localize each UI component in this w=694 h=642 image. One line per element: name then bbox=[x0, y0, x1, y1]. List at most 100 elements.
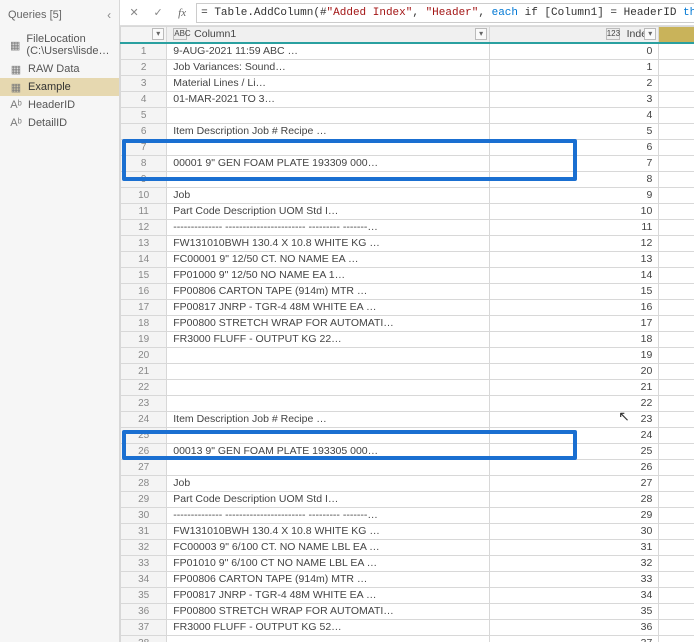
table-row[interactable]: 4 01-MAR-2021 TO 3…3null bbox=[121, 92, 694, 108]
table-row[interactable]: 13 FW131010BWH 130.4 X 10.8 WHITE KG …12… bbox=[121, 236, 694, 252]
cell-index[interactable]: 8 bbox=[490, 172, 659, 188]
cell-header[interactable]: 23 bbox=[659, 412, 694, 428]
table-row[interactable]: 27 26null bbox=[121, 460, 694, 476]
row-number[interactable]: 21 bbox=[121, 364, 167, 380]
table-row[interactable]: 35 FP00817 JNRP - TGR-4 48M WHITE EA …34… bbox=[121, 588, 694, 604]
cell-index[interactable]: 7 bbox=[490, 156, 659, 172]
cell-header[interactable]: null bbox=[659, 636, 694, 642]
cell-header[interactable]: null bbox=[659, 428, 694, 444]
table-row[interactable]: 19 FR3000 FLUFF - OUTPUT KG 22…18null bbox=[121, 332, 694, 348]
row-number[interactable]: 6 bbox=[121, 124, 167, 140]
cell-header[interactable]: null bbox=[659, 268, 694, 284]
cell-header[interactable]: null bbox=[659, 396, 694, 412]
cell-column1[interactable] bbox=[167, 396, 490, 412]
row-number[interactable]: 13 bbox=[121, 236, 167, 252]
cell-column1[interactable]: FP00806 CARTON TAPE (914m) MTR … bbox=[167, 572, 490, 588]
cell-index[interactable]: 18 bbox=[490, 332, 659, 348]
cell-index[interactable]: 23 bbox=[490, 412, 659, 428]
row-number[interactable]: 17 bbox=[121, 300, 167, 316]
cell-index[interactable]: 24 bbox=[490, 428, 659, 444]
table-row[interactable]: 29 Part Code Description UOM Std I…28nul… bbox=[121, 492, 694, 508]
cell-index[interactable]: 31 bbox=[490, 540, 659, 556]
cell-column1[interactable]: 00001 9" GEN FOAM PLATE 193309 000… bbox=[167, 156, 490, 172]
cell-header[interactable]: null bbox=[659, 300, 694, 316]
cell-column1[interactable]: 9-AUG-2021 11:59 ABC … bbox=[167, 43, 490, 60]
cell-header[interactable]: null bbox=[659, 348, 694, 364]
cell-header[interactable]: null bbox=[659, 236, 694, 252]
table-menu-icon[interactable]: ▾ bbox=[152, 28, 164, 40]
cell-header[interactable]: null bbox=[659, 364, 694, 380]
cell-header[interactable]: null bbox=[659, 460, 694, 476]
table-row[interactable]: 2 Job Variances: Sound…1null bbox=[121, 60, 694, 76]
table-row[interactable]: 76null bbox=[121, 140, 694, 156]
cell-header[interactable]: null bbox=[659, 508, 694, 524]
cell-header[interactable]: null bbox=[659, 316, 694, 332]
table-row[interactable]: 2221null bbox=[121, 380, 694, 396]
row-number[interactable]: 12 bbox=[121, 220, 167, 236]
cell-header[interactable]: null bbox=[659, 108, 694, 124]
cell-header[interactable]: null bbox=[659, 220, 694, 236]
cell-index[interactable]: 32 bbox=[490, 556, 659, 572]
table-row[interactable]: 18 FP00800 STRETCH WRAP FOR AUTOMATI…17n… bbox=[121, 316, 694, 332]
row-number[interactable]: 36 bbox=[121, 604, 167, 620]
cell-header[interactable]: null bbox=[659, 140, 694, 156]
cell-column1[interactable]: FR3000 FLUFF - OUTPUT KG 22… bbox=[167, 332, 490, 348]
cell-index[interactable]: 29 bbox=[490, 508, 659, 524]
table-row[interactable]: 24Item Description Job # Recipe …2323 bbox=[121, 412, 694, 428]
row-number[interactable]: 27 bbox=[121, 460, 167, 476]
cell-header[interactable]: null bbox=[659, 172, 694, 188]
cell-header[interactable]: null bbox=[659, 156, 694, 172]
table-row[interactable]: 15 FP01000 9" 12/50 NO NAME EA 1…14null bbox=[121, 268, 694, 284]
cell-index[interactable]: 3 bbox=[490, 92, 659, 108]
fx-icon[interactable]: fx bbox=[172, 3, 192, 23]
cell-index[interactable]: 27 bbox=[490, 476, 659, 492]
table-row[interactable]: 33 FP01010 9" 6/100 CT NO NAME LBL EA …3… bbox=[121, 556, 694, 572]
row-number[interactable]: 9 bbox=[121, 172, 167, 188]
formula-input[interactable]: = Table.AddColumn(#"Added Index", "Heade… bbox=[196, 3, 694, 23]
table-row[interactable]: 32 FC00003 9" 6/100 CT. NO NAME LBL EA …… bbox=[121, 540, 694, 556]
table-row[interactable]: 34 FP00806 CARTON TAPE (914m) MTR …33nul… bbox=[121, 572, 694, 588]
cell-column1[interactable] bbox=[167, 140, 490, 156]
table-row[interactable]: 2019null bbox=[121, 348, 694, 364]
cell-header[interactable]: null bbox=[659, 252, 694, 268]
cell-header[interactable]: null bbox=[659, 476, 694, 492]
cell-column1[interactable] bbox=[167, 108, 490, 124]
cell-column1[interactable] bbox=[167, 380, 490, 396]
cell-index[interactable]: 15 bbox=[490, 284, 659, 300]
row-number[interactable]: 11 bbox=[121, 204, 167, 220]
row-number[interactable]: 37 bbox=[121, 620, 167, 636]
query-item[interactable]: AᵇHeaderID bbox=[0, 96, 119, 114]
cell-header[interactable]: null bbox=[659, 604, 694, 620]
cell-index[interactable]: 19 bbox=[490, 348, 659, 364]
cell-index[interactable]: 1 bbox=[490, 60, 659, 76]
cell-column1[interactable]: Job bbox=[167, 476, 490, 492]
row-number[interactable]: 26 bbox=[121, 444, 167, 460]
cell-column1[interactable]: Part Code Description UOM Std I… bbox=[167, 492, 490, 508]
cell-header[interactable]: null bbox=[659, 444, 694, 460]
cell-index[interactable]: 35 bbox=[490, 604, 659, 620]
query-item[interactable]: ▦RAW Data bbox=[0, 60, 119, 78]
cell-index[interactable]: 28 bbox=[490, 492, 659, 508]
cell-column1[interactable]: FW131010BWH 130.4 X 10.8 WHITE KG … bbox=[167, 524, 490, 540]
cell-index[interactable]: 16 bbox=[490, 300, 659, 316]
row-number[interactable]: 15 bbox=[121, 268, 167, 284]
cell-header[interactable]: null bbox=[659, 572, 694, 588]
row-number[interactable]: 8 bbox=[121, 156, 167, 172]
cell-column1[interactable]: Part Code Description UOM Std I… bbox=[167, 204, 490, 220]
cell-index[interactable]: 26 bbox=[490, 460, 659, 476]
cell-index[interactable]: 33 bbox=[490, 572, 659, 588]
cell-column1[interactable]: FC00001 9" 12/50 CT. NO NAME EA … bbox=[167, 252, 490, 268]
cell-column1[interactable]: FP00817 JNRP - TGR-4 48M WHITE EA … bbox=[167, 588, 490, 604]
row-number[interactable]: 29 bbox=[121, 492, 167, 508]
cell-header[interactable]: null bbox=[659, 588, 694, 604]
cell-index[interactable]: 10 bbox=[490, 204, 659, 220]
column-header-column1[interactable]: ABC Column1 ▾ bbox=[167, 27, 490, 44]
cell-index[interactable]: 0 bbox=[490, 43, 659, 60]
cell-index[interactable]: 21 bbox=[490, 380, 659, 396]
column-header-index[interactable]: 123 Index ▾ bbox=[490, 27, 659, 44]
cell-index[interactable]: 13 bbox=[490, 252, 659, 268]
row-number[interactable]: 23 bbox=[121, 396, 167, 412]
row-number[interactable]: 31 bbox=[121, 524, 167, 540]
table-row[interactable]: 36 FP00800 STRETCH WRAP FOR AUTOMATI…35n… bbox=[121, 604, 694, 620]
table-row[interactable]: 30 -------------- ----------------------… bbox=[121, 508, 694, 524]
